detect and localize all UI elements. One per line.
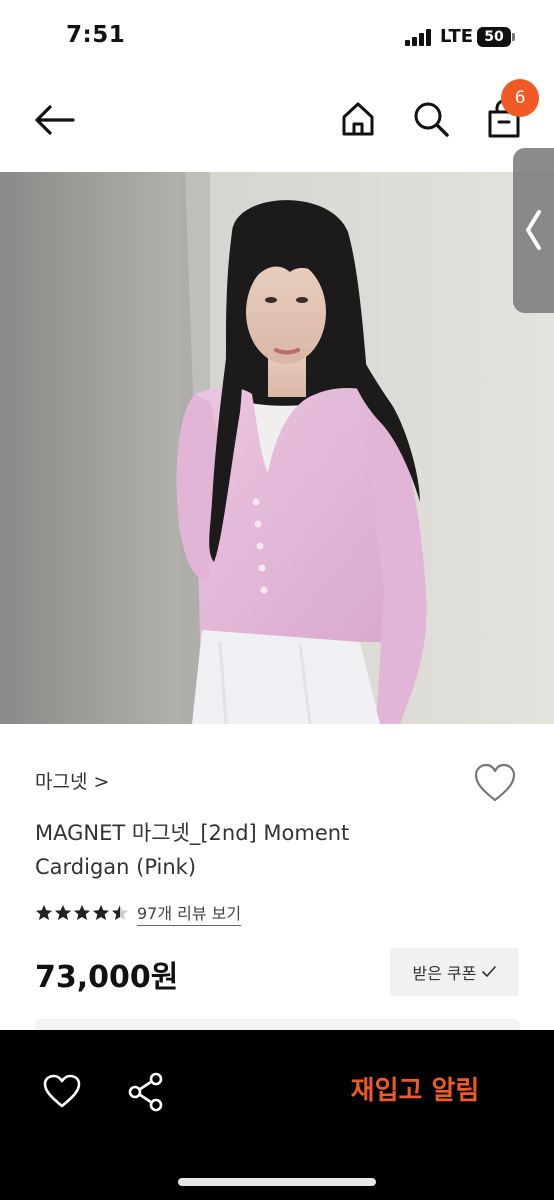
signal-icon bbox=[405, 29, 435, 46]
status-time: 7:51 bbox=[66, 22, 126, 48]
network-type: LTE bbox=[440, 26, 474, 47]
home-icon[interactable] bbox=[340, 100, 376, 138]
heart-icon[interactable] bbox=[42, 1073, 82, 1109]
product-image[interactable] bbox=[0, 172, 554, 724]
coupon-button[interactable]: 받은 쿠폰 bbox=[390, 948, 519, 996]
product-title-line-2: Cardigan (Pink) bbox=[35, 855, 197, 879]
cart-count-badge: 6 bbox=[501, 79, 539, 117]
star-icon bbox=[93, 905, 109, 920]
back-arrow-icon[interactable] bbox=[33, 103, 77, 137]
battery-tip bbox=[512, 33, 515, 41]
star-icon bbox=[36, 905, 52, 920]
product-photo bbox=[0, 172, 554, 724]
product-title-line-1: MAGNET 마그넷_[2nd] Moment bbox=[35, 821, 350, 845]
home-indicator[interactable] bbox=[178, 1178, 376, 1186]
top-nav bbox=[0, 74, 554, 170]
share-icon[interactable] bbox=[127, 1072, 165, 1112]
side-drawer-handle[interactable] bbox=[513, 148, 554, 313]
product-title: MAGNET 마그넷_[2nd] Moment Cardigan (Pink) bbox=[35, 816, 455, 884]
status-bar: 7:51 LTE 50 bbox=[0, 0, 554, 74]
review-link[interactable]: 97개 리뷰 보기 bbox=[137, 900, 242, 926]
brand-link[interactable]: 마그넷 > bbox=[35, 767, 109, 794]
coupon-label: 받은 쿠폰 bbox=[412, 964, 477, 983]
battery-icon: 50 bbox=[477, 27, 511, 47]
star-icon bbox=[55, 905, 71, 920]
star-icon bbox=[74, 905, 90, 920]
checkmark-icon bbox=[482, 966, 497, 977]
star-icon bbox=[112, 905, 128, 920]
wishlist-heart-icon[interactable] bbox=[472, 762, 518, 804]
restock-alert-button[interactable]: 재입고 알림 bbox=[320, 1070, 510, 1112]
bottom-action-bar bbox=[0, 1030, 554, 1200]
chevron-left-icon bbox=[526, 210, 541, 250]
search-icon[interactable] bbox=[412, 100, 450, 138]
star-rating bbox=[35, 904, 129, 922]
rating-row: 97개 리뷰 보기 bbox=[35, 900, 242, 926]
price: 73,000원 bbox=[35, 960, 179, 995]
